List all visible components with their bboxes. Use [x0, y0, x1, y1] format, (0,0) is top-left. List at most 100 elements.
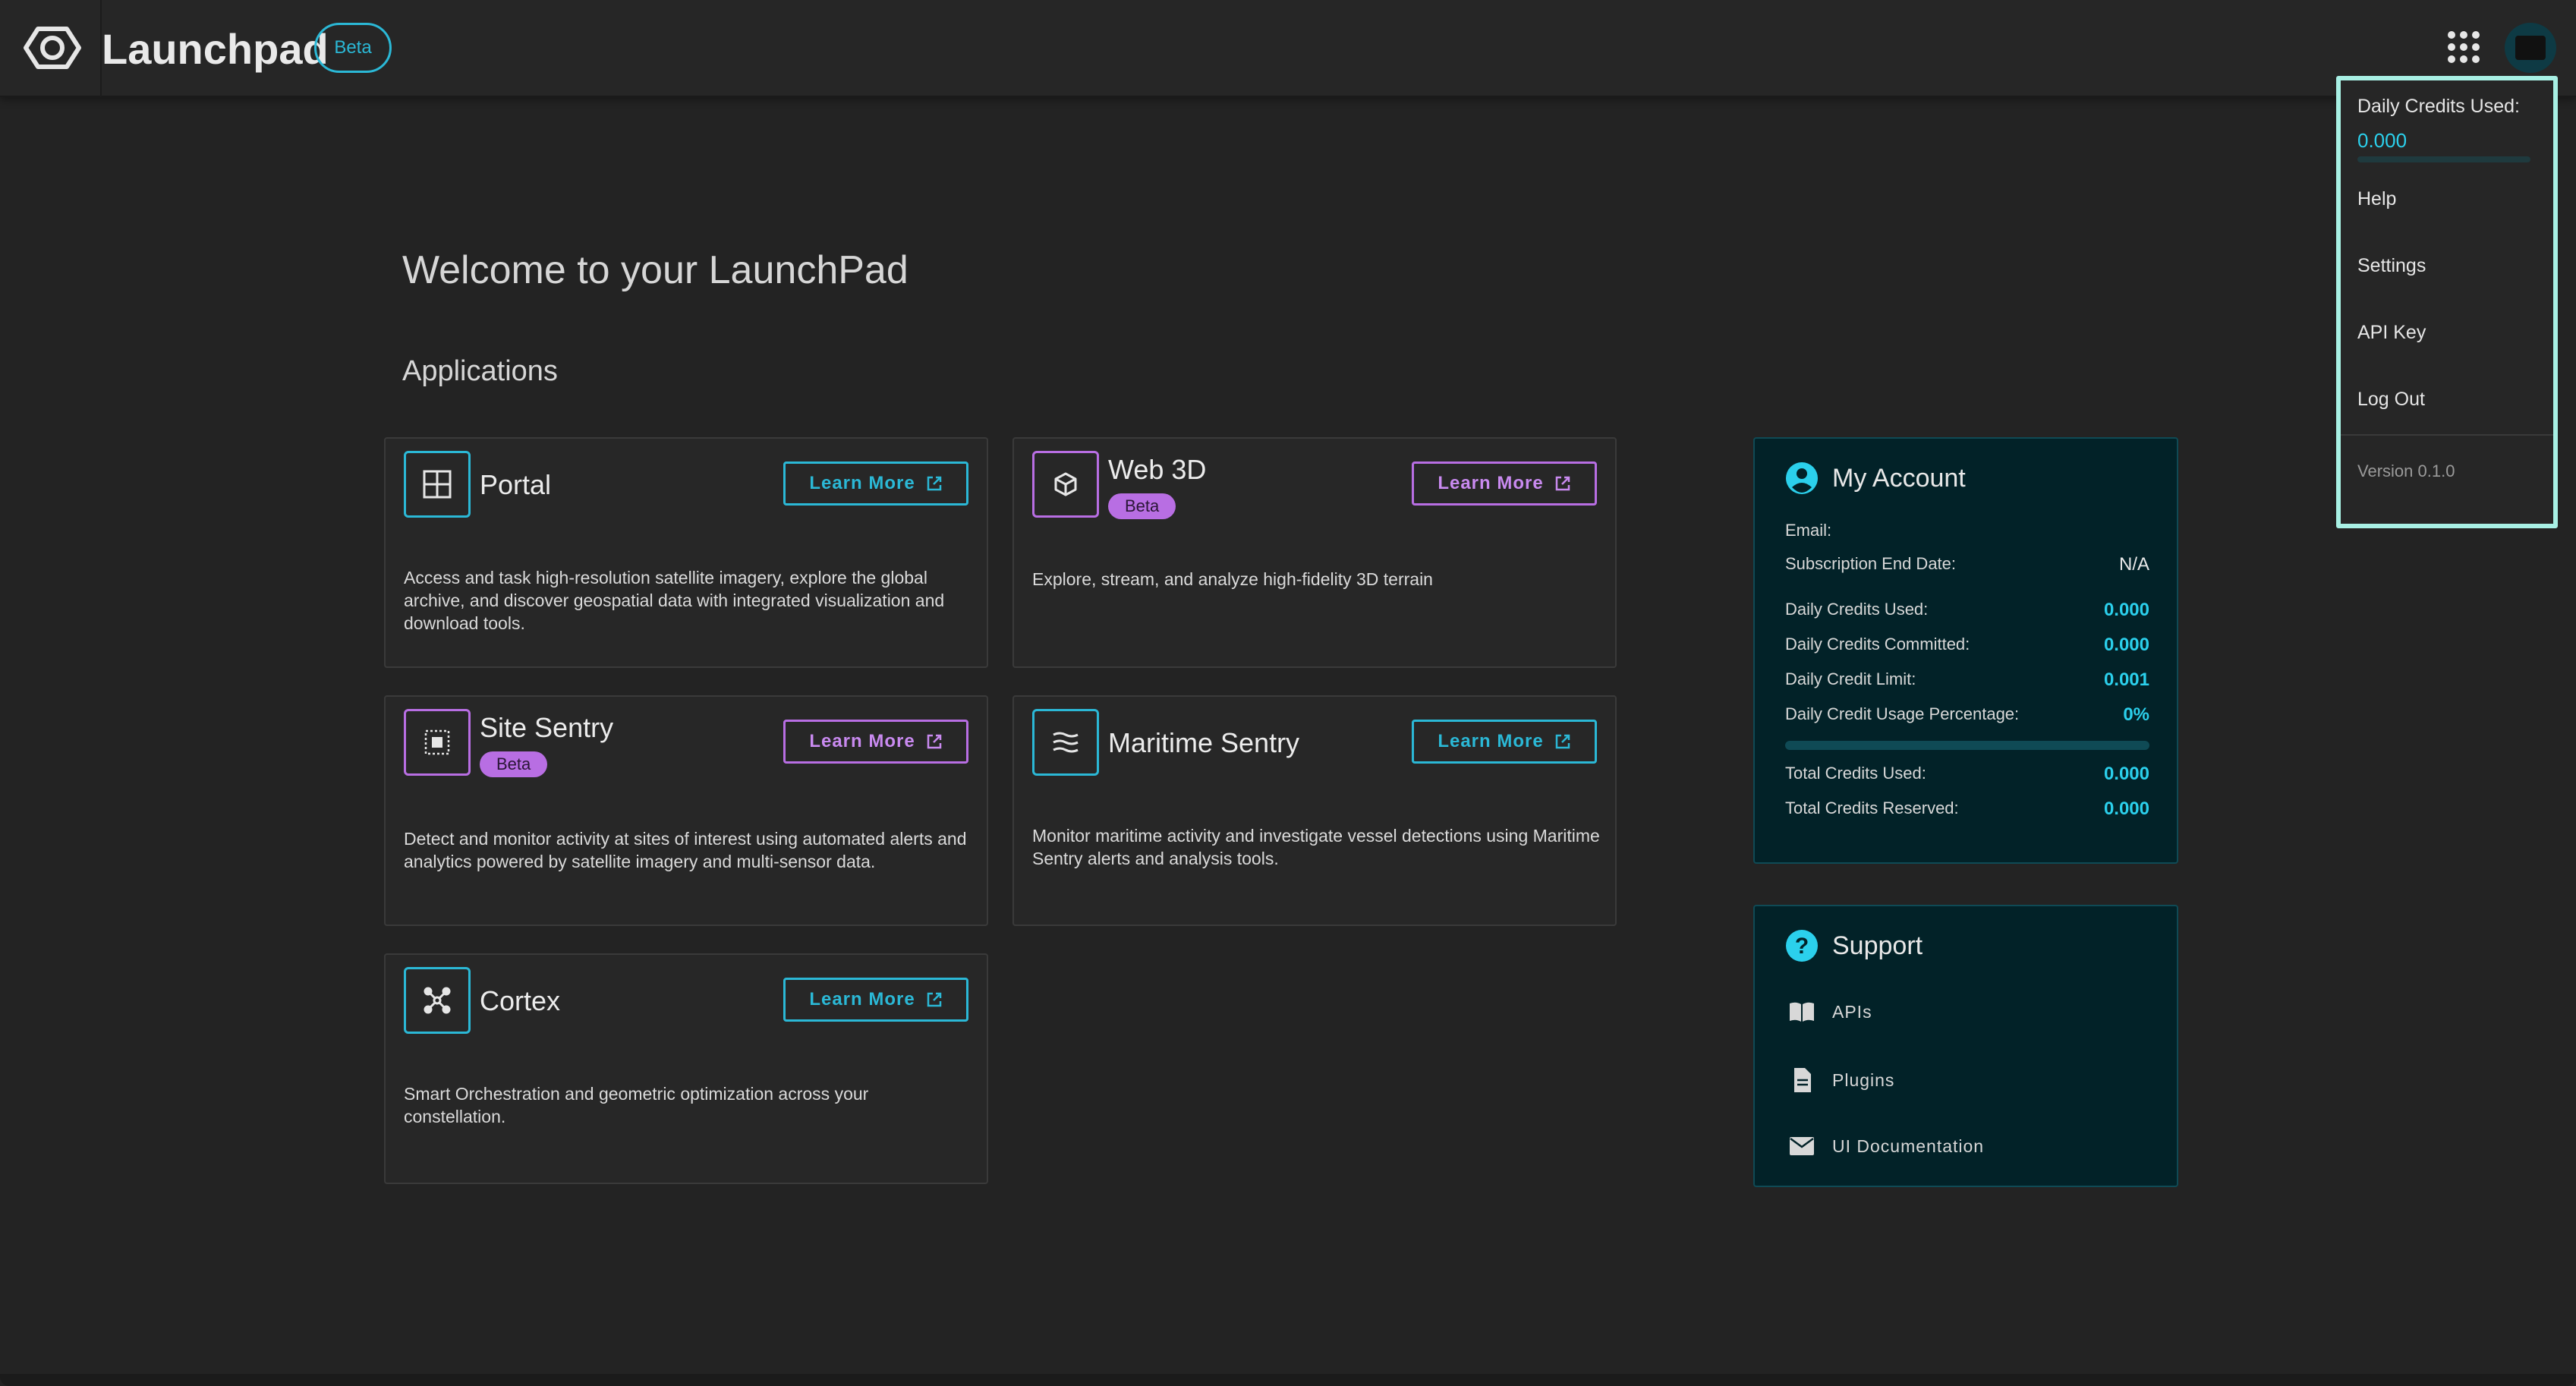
dropdown-credits-value: 0.000	[2357, 129, 2408, 152]
beta-badge: Beta	[314, 23, 392, 73]
usage-pct-value: 0%	[2123, 704, 2149, 725]
app-description-portal: Access and task high-resolution satellit…	[404, 568, 945, 633]
menu-divider	[2341, 434, 2553, 436]
dropdown-credits-label: Daily Credits Used:	[2357, 96, 2520, 117]
network-nodes-icon	[424, 987, 451, 1014]
learn-more-label: Learn More	[809, 731, 915, 751]
support-link-label: Plugins	[1832, 1069, 1895, 1090]
app-title-portal: Portal	[480, 469, 552, 500]
app-title-cortex: Cortex	[480, 985, 561, 1016]
external-link-icon	[1555, 734, 1570, 749]
cortex-icon-box	[404, 967, 471, 1034]
support-title: Support	[1832, 931, 1923, 960]
app-card-web-3d: Web 3D Beta Learn More Explore, stream, …	[1012, 437, 1617, 668]
external-link-icon	[1555, 476, 1570, 491]
target-grid-icon	[424, 729, 450, 755]
external-link-icon	[927, 734, 941, 749]
my-account-title: My Account	[1832, 463, 1966, 493]
total-used-value: 0.000	[2103, 764, 2149, 784]
support-link-apis[interactable]: APIs	[1788, 1000, 1872, 1023]
daily-committed-label: Daily Credits Committed:	[1785, 635, 1970, 654]
support-link-plugins[interactable]: Plugins	[1788, 1067, 1894, 1093]
external-link-icon	[927, 476, 941, 491]
usage-pct-label: Daily Credit Usage Percentage:	[1785, 704, 2020, 723]
menu-item-settings[interactable]: Settings	[2357, 255, 2426, 277]
app-description-web-3d: Explore, stream, and analyze high-fideli…	[1032, 569, 1433, 589]
total-reserved-row: Total Credits Reserved: 0.000	[1785, 799, 2149, 820]
waves-icon	[1053, 732, 1079, 753]
top-bar: Launchpad Beta	[0, 0, 2576, 97]
subscription-value: N/A	[2118, 554, 2149, 575]
portal-icon-box	[404, 451, 471, 518]
daily-committed-row: Daily Credits Committed: 0.000	[1785, 635, 2149, 656]
app-title-maritime-sentry: Maritime Sentry	[1108, 727, 1300, 758]
menu-item-api-key[interactable]: API Key	[2357, 322, 2426, 344]
total-reserved-value: 0.000	[2103, 799, 2149, 819]
usage-pct-row: Daily Credit Usage Percentage: 0%	[1785, 704, 2149, 726]
app-description-maritime-sentry: Monitor maritime activity and investigat…	[1032, 826, 1600, 868]
total-reserved-label: Total Credits Reserved:	[1785, 799, 1959, 817]
app-title: Launchpad	[102, 25, 329, 73]
daily-limit-label: Daily Credit Limit:	[1785, 669, 1916, 688]
my-account-header: My Account	[1785, 461, 1966, 495]
version-label: Version 0.1.0	[2357, 461, 2455, 480]
dropdown-credits-bar	[2357, 156, 2530, 162]
learn-more-label: Learn More	[809, 989, 915, 1010]
applications-heading: Applications	[402, 355, 558, 387]
total-used-row: Total Credits Used: 0.000	[1785, 764, 2149, 785]
daily-used-label: Daily Credits Used:	[1785, 600, 1929, 619]
maritime-sentry-icon-box	[1032, 709, 1099, 776]
app-description-cortex: Smart Orchestration and geometric optimi…	[404, 1084, 869, 1126]
user-dropdown-menu: Daily Credits Used: 0.000 Help Settings …	[2336, 76, 2558, 528]
site-sentry-icon-box	[404, 709, 471, 776]
subscription-label: Subscription End Date:	[1785, 554, 1957, 573]
menu-item-log-out[interactable]: Log Out	[2357, 389, 2425, 411]
apps-grid-icon[interactable]	[2447, 30, 2480, 64]
grid-window-icon	[423, 470, 452, 499]
document-icon	[1794, 1068, 1811, 1092]
beta-badge: Beta	[1108, 493, 1176, 519]
support-link-label: APIs	[1832, 1001, 1872, 1022]
web-3d-icon-box	[1032, 451, 1099, 518]
user-avatar-button[interactable]	[2505, 23, 2556, 73]
portal-learn-more-button[interactable]: Learn More	[783, 461, 968, 506]
maritime-sentry-learn-more-button[interactable]: Learn More	[1412, 720, 1597, 764]
menu-item-help[interactable]: Help	[2357, 188, 2396, 210]
support-panel: ? Support APIs Plugins UI Documentation	[1753, 905, 2178, 1187]
usage-progress-bar	[1785, 741, 2149, 750]
app-title-web-3d: Web 3D	[1108, 454, 1207, 485]
app-title-site-sentry: Site Sentry	[480, 712, 614, 743]
account-circle-icon	[1786, 462, 1818, 494]
window-bottom-edge	[0, 1374, 2576, 1386]
book-icon	[1790, 1002, 1814, 1022]
email-row: Email:	[1785, 521, 2149, 540]
app-card-site-sentry: Site Sentry Beta Learn More Detect and m…	[384, 695, 988, 926]
email-label: Email:	[1785, 521, 1832, 540]
app-card-maritime-sentry: Maritime Sentry Learn More Monitor marit…	[1012, 695, 1617, 926]
help-circle-icon: ?	[1786, 930, 1818, 962]
daily-committed-value: 0.000	[2103, 635, 2149, 655]
cortex-learn-more-button[interactable]: Learn More	[783, 978, 968, 1022]
my-account-panel: My Account Email: Subscription End Date:…	[1753, 437, 2178, 864]
daily-used-row: Daily Credits Used: 0.000	[1785, 600, 2149, 621]
launchpad-logo-icon[interactable]	[23, 23, 82, 73]
beta-badge: Beta	[480, 751, 548, 777]
app-card-cortex: Cortex Learn More Smart Orchestration an…	[384, 953, 988, 1184]
site-sentry-learn-more-button[interactable]: Learn More	[783, 720, 968, 764]
avatar-icon	[2515, 36, 2546, 60]
web-3d-learn-more-button[interactable]: Learn More	[1412, 461, 1597, 506]
cube-icon	[1054, 472, 1077, 496]
support-link-label: UI Documentation	[1832, 1136, 1985, 1156]
daily-limit-row: Daily Credit Limit: 0.001	[1785, 669, 2149, 691]
mail-icon	[1790, 1137, 1814, 1155]
svg-text:?: ?	[1795, 934, 1809, 959]
welcome-heading: Welcome to your LaunchPad	[402, 248, 909, 292]
daily-used-value: 0.000	[2103, 600, 2149, 620]
learn-more-label: Learn More	[1438, 473, 1544, 493]
support-link-ui-documentation[interactable]: UI Documentation	[1788, 1136, 1984, 1157]
learn-more-label: Learn More	[1438, 731, 1544, 751]
app-description-site-sentry: Detect and monitor activity at sites of …	[404, 829, 967, 871]
daily-limit-value: 0.001	[2103, 669, 2149, 690]
total-used-label: Total Credits Used:	[1785, 764, 1926, 783]
learn-more-label: Learn More	[809, 473, 915, 493]
